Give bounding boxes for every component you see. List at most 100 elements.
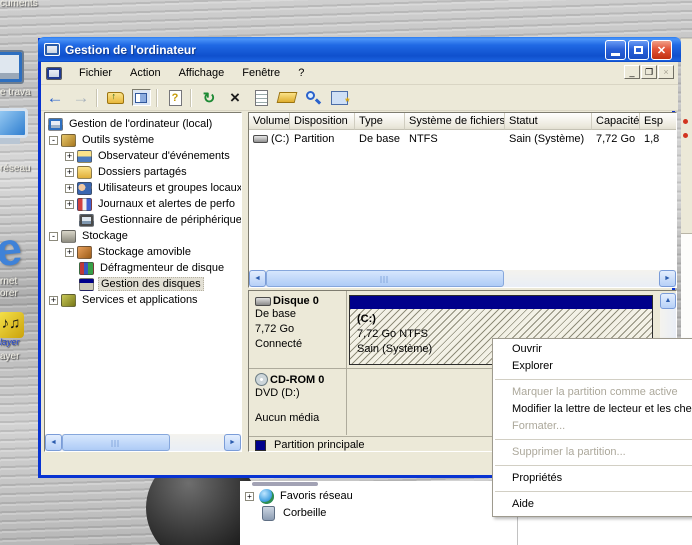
delete-icon[interactable]: × <box>223 87 247 109</box>
tree-item-favoris-reseau[interactable]: + Favoris réseau <box>245 488 353 504</box>
help-icon[interactable]: ? <box>163 87 187 109</box>
maximize-button[interactable] <box>628 40 649 60</box>
column-capacite[interactable]: Capacité <box>592 113 640 130</box>
mdi-restore-button[interactable]: ❐ <box>641 65 657 79</box>
scroll-left-icon[interactable]: ◄ <box>249 270 266 287</box>
volume-row-c[interactable]: (C:) Partition De base NTFS Sain (Systèm… <box>249 130 676 147</box>
my-computer-icon[interactable] <box>0 50 24 84</box>
network-places-label[interactable]: réseau <box>0 163 31 174</box>
tree-item-services-applications[interactable]: + Services et applications <box>45 292 241 308</box>
red-mark-icon <box>683 133 688 138</box>
red-mark-icon <box>683 119 688 124</box>
internet-explorer-label-2[interactable]: orer <box>0 288 18 299</box>
collapse-icon[interactable]: - <box>49 232 58 241</box>
media-player-label-1[interactable]: layer <box>0 337 20 347</box>
storage-icon <box>61 230 76 243</box>
tree-item-label[interactable]: Favoris réseau <box>280 490 353 502</box>
up-one-level-icon[interactable]: ↑ <box>103 87 127 109</box>
removable-storage-icon <box>77 246 92 259</box>
find-icon[interactable] <box>301 87 325 109</box>
refresh-icon[interactable]: ↻ <box>197 87 221 109</box>
menu-item-modifier-lettre[interactable]: Modifier la lettre de lecteur et les che… <box>493 401 692 418</box>
title-bar[interactable]: Gestion de l'ordinateur ✕ <box>38 37 681 62</box>
menu-aide[interactable]: ? <box>289 65 313 81</box>
expand-icon[interactable]: + <box>65 152 74 161</box>
menu-item-proprietes[interactable]: Propriétés <box>493 470 692 487</box>
tree-item-stockage[interactable]: - Stockage <box>45 228 241 244</box>
tree-item-label[interactable]: Corbeille <box>283 507 326 519</box>
internet-explorer-icon[interactable]: e <box>0 221 24 277</box>
column-espace[interactable]: Esp <box>640 113 677 130</box>
tree-item-gestion-ordinateur[interactable]: Gestion de l'ordinateur (local) <box>45 116 241 132</box>
computer-icon <box>48 118 63 131</box>
toolbar: ← → ↑ ? ↻ × * <box>41 85 678 111</box>
column-type[interactable]: Type <box>355 113 405 130</box>
show-hide-console-tree-icon[interactable] <box>129 87 153 109</box>
mdi-minimize-button[interactable]: _ <box>624 65 640 79</box>
toolbar-separator <box>156 89 158 107</box>
views-icon[interactable]: * <box>327 87 351 109</box>
column-disposition[interactable]: Disposition <box>290 113 355 130</box>
partition-health: Sain (Système) <box>357 342 432 357</box>
mmc-icon <box>46 67 62 80</box>
menu-item-aide[interactable]: Aide <box>493 496 692 513</box>
forward-icon: → <box>69 87 93 109</box>
expander-icon[interactable]: + <box>245 492 254 501</box>
properties-icon[interactable] <box>249 87 273 109</box>
disk-0-descriptor[interactable]: Disque 0 De base 7,72 Go Connecté <box>251 291 347 368</box>
expand-icon[interactable]: + <box>65 168 74 177</box>
menu-item-marquer-active: Marquer la partition comme active <box>493 384 692 401</box>
menu-action[interactable]: Action <box>121 65 170 81</box>
scroll-up-icon[interactable]: ▲ <box>660 293 676 309</box>
column-statut[interactable]: Statut <box>505 113 592 130</box>
tree-item-corbeille[interactable]: Corbeille <box>260 505 326 521</box>
tree-item-dossiers-partages[interactable]: + Dossiers partagés <box>45 164 241 180</box>
volume-list-horizontal-scrollbar[interactable]: ◄ ► <box>249 270 676 287</box>
menu-item-ouvrir[interactable]: Ouvrir <box>493 341 692 358</box>
tree-horizontal-scrollbar[interactable]: ◄ ► <box>45 434 241 451</box>
network-places-icon[interactable] <box>0 108 28 138</box>
internet-explorer-label-1[interactable]: rnet <box>0 276 17 287</box>
menu-fichier[interactable]: Fichier <box>70 65 121 81</box>
menu-affichage[interactable]: Affichage <box>170 65 234 81</box>
performance-logs-icon <box>77 198 92 211</box>
scrollbar-thumb[interactable] <box>266 270 504 287</box>
column-volume[interactable]: Volume <box>249 113 290 130</box>
tree-item-utilisateurs-groupes[interactable]: + Utilisateurs et groupes locaux <box>45 180 241 196</box>
volume-icon <box>253 135 268 143</box>
scrollbar-thumb[interactable] <box>62 434 170 451</box>
cdrom-media: Aucun média <box>255 411 346 426</box>
tree-item-observateur-evenements[interactable]: + Observateur d'événements <box>45 148 241 164</box>
scroll-right-icon[interactable]: ► <box>659 270 676 287</box>
primary-partition-color-swatch <box>255 440 266 451</box>
menu-separator <box>495 491 692 492</box>
minimize-button[interactable] <box>605 40 626 60</box>
expand-icon[interactable]: + <box>65 248 74 257</box>
open-icon[interactable] <box>275 87 299 109</box>
back-icon[interactable]: ← <box>43 87 67 109</box>
system-tools-icon <box>61 134 76 147</box>
column-systeme-fichiers[interactable]: Système de fichiers <box>405 113 505 130</box>
menu-fenetre[interactable]: Fenêtre <box>233 65 289 81</box>
expand-icon[interactable]: + <box>65 200 74 209</box>
media-player-label-2[interactable]: ayer <box>0 351 19 362</box>
expand-icon[interactable]: + <box>49 296 58 305</box>
menu-item-explorer[interactable]: Explorer <box>493 358 692 375</box>
collapse-icon[interactable]: - <box>49 136 58 145</box>
tree-item-outils-systeme[interactable]: - Outils système <box>45 132 241 148</box>
close-button[interactable]: ✕ <box>651 40 672 60</box>
services-applications-icon <box>61 294 76 307</box>
scroll-left-icon[interactable]: ◄ <box>45 434 62 451</box>
my-computer-label[interactable]: e trava <box>0 87 31 98</box>
tree-item-defragmenteur[interactable]: Défragmenteur de disque <box>45 260 241 276</box>
tree-item-gestion-des-disques[interactable]: Gestion des disques <box>45 276 241 292</box>
expand-icon[interactable]: + <box>65 184 74 193</box>
scroll-right-icon[interactable]: ► <box>224 434 241 451</box>
menu-separator <box>495 439 692 440</box>
tree-item-gestionnaire-peripheriques[interactable]: Gestionnaire de périphériques <box>45 212 241 228</box>
cdrom-descriptor[interactable]: CD-ROM 0 DVD (D:) Aucun média <box>251 369 347 435</box>
cdrom-icon <box>255 373 268 386</box>
tree-item-stockage-amovible[interactable]: + Stockage amovible <box>45 244 241 260</box>
media-player-icon[interactable]: ♪♫ <box>0 312 24 338</box>
tree-item-journaux-alertes[interactable]: + Journaux et alertes de perfo <box>45 196 241 212</box>
